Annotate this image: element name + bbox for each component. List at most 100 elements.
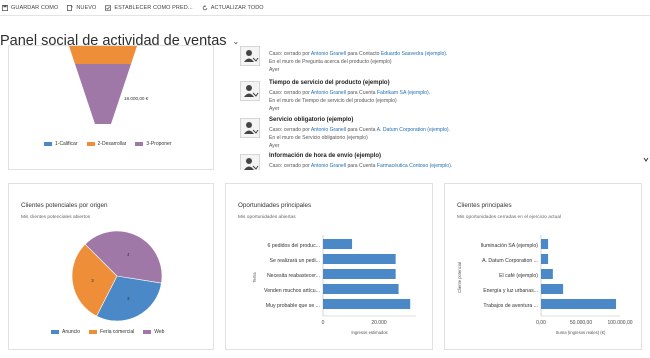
category-label: Iluminación SA (ejemplo) xyxy=(481,243,539,249)
legend-label: 3-Proponer xyxy=(146,141,172,147)
card-subtitle: Mis oportunidades cerradas en el ejercic… xyxy=(457,215,561,220)
post-text: para Cuenta xyxy=(346,127,377,133)
record-link[interactable]: Fabrikam SA (ejemplo) xyxy=(377,90,429,96)
pie-legend: Anuncio Feria comercial Web xyxy=(51,329,164,335)
post-text: para Cuenta xyxy=(346,90,377,96)
category-label: Necesita reabastecer... xyxy=(267,273,320,279)
bar[interactable] xyxy=(323,239,353,249)
bar[interactable] xyxy=(323,254,396,264)
legend-item-ad: Anuncio xyxy=(51,329,80,335)
legend-label: Anuncio xyxy=(62,329,81,335)
post-title[interactable]: Información de hora de envío (ejemplo) xyxy=(269,153,381,159)
bar[interactable] xyxy=(541,284,564,294)
legend-label: 2-Desarrollar xyxy=(97,141,127,147)
user-avatar-icon[interactable] xyxy=(240,81,260,101)
category-label: Trabajos de aventura ... xyxy=(483,303,538,309)
category-label: Venden muchos artícu... xyxy=(264,288,320,294)
post-summary: Caso: cerrado por Antonio Granell para C… xyxy=(269,163,452,169)
funnel-chart: 18.000,00 € xyxy=(69,46,149,124)
bar[interactable] xyxy=(323,284,399,294)
post-title[interactable]: Servicio obligatorio (ejemplo) xyxy=(269,117,353,123)
leads-pie-chart: 334 xyxy=(71,230,163,322)
post-text: Caso: cerrado por xyxy=(269,51,311,57)
post-time: Ayer xyxy=(269,143,280,149)
category-label: A. Datum Corporation ... xyxy=(482,258,538,264)
tick-label: 100.000,00 xyxy=(607,320,632,326)
refresh-icon xyxy=(202,4,207,10)
new-button[interactable]: NUEVO xyxy=(67,4,97,11)
x-axis-label: Ingresos estimados xyxy=(351,330,387,335)
funnel-stage-develop xyxy=(69,46,137,64)
refresh-all-button[interactable]: ACTUALIZAR TODO xyxy=(202,4,264,11)
post-summary: Caso: cerrado por Antonio Granell para C… xyxy=(269,51,447,57)
opportunities-bar-chart: 6 pedidos del produc... Se realizará un p… xyxy=(252,235,416,335)
post-title[interactable]: Tiempo de servicio del producto (ejemplo… xyxy=(269,80,390,86)
user-avatar-icon[interactable] xyxy=(240,46,260,66)
y-axis-label: Cliente potencial xyxy=(457,262,462,293)
legend-item-web: Web xyxy=(143,329,164,335)
tick-label: 20.000 xyxy=(371,320,387,326)
post-wall: En el muro de Tiempo de servicio del pro… xyxy=(269,98,397,104)
set-default-button[interactable]: ESTABLECER COMO PRED... xyxy=(105,4,193,11)
bar[interactable] xyxy=(541,299,617,309)
post-summary: Caso: cerrado por Antonio Granell para C… xyxy=(269,90,430,96)
post-time: Ayer xyxy=(269,106,280,112)
chevron-down-icon[interactable]: ⌄ xyxy=(233,37,240,46)
scroll-down-arrow-icon[interactable] xyxy=(643,157,649,162)
funnel-value-label: 18.000,00 € xyxy=(124,96,149,101)
tick-label: 0,00 xyxy=(536,320,546,326)
post-wall: En el muro de Servicio obligatorio (ejem… xyxy=(269,135,368,141)
y-axis-label: Tema xyxy=(252,272,257,283)
new-icon xyxy=(67,4,74,11)
post-text: para Cuenta xyxy=(346,163,377,169)
bar[interactable] xyxy=(323,299,411,309)
x-axis-label: Suma (Ingresos reales) (€) xyxy=(556,330,606,335)
bar[interactable] xyxy=(541,239,549,249)
post-text: . xyxy=(445,51,448,57)
feed-scrollbar[interactable] xyxy=(642,45,650,170)
bar[interactable] xyxy=(323,269,396,279)
refresh-all-label: ACTUALIZAR TODO xyxy=(210,4,264,11)
set-default-label: ESTABLECER COMO PRED... xyxy=(114,4,193,11)
feed-post: Caso: cerrado por Antonio Granell para C… xyxy=(240,45,640,75)
legend-item-qualify: 1-Calificar xyxy=(44,141,78,147)
bar[interactable] xyxy=(541,254,549,264)
save-as-label: GUARDAR COMO xyxy=(11,4,59,11)
legend-item-propose: 3-Proponer xyxy=(135,141,171,147)
post-time: Ayer xyxy=(269,67,280,73)
feed-post: Servicio obligatorio (ejemplo) Caso: cerr… xyxy=(240,117,640,149)
user-link[interactable]: Antonio Granell xyxy=(311,51,346,57)
activity-feed: Caso: cerrado por Antonio Granell para C… xyxy=(240,45,650,170)
feed-post: Tiempo de servicio del producto (ejemplo… xyxy=(240,80,640,112)
user-avatar-icon[interactable] xyxy=(240,154,260,170)
sales-funnel-card: 18.000,00 € 1-Calificar 2-Desarrollar 3-… xyxy=(8,45,214,170)
save-icon xyxy=(2,4,8,11)
clients-bar-chart: Iluminación SA (ejemplo) A. Datum Corpora… xyxy=(457,235,633,335)
card-subtitle: Mis clientes potenciales abiertos xyxy=(21,215,91,220)
command-bar: GUARDAR COMO NUEVO ESTABLECER COMO PRED.… xyxy=(0,0,650,16)
category-label: Muy probable que se ... xyxy=(266,303,320,309)
legend-label: Feria comercial xyxy=(100,329,135,335)
tick-label: 50.000,00 xyxy=(570,320,592,326)
user-link[interactable]: Antonio Granell xyxy=(311,127,346,133)
card-title: Clientes principales xyxy=(457,202,512,209)
record-link[interactable]: A. Datum Corporation (ejemplo) xyxy=(377,127,449,133)
user-avatar-icon[interactable] xyxy=(240,118,260,138)
user-link[interactable]: Antonio Granell xyxy=(311,163,346,169)
post-text: para Contacto xyxy=(346,51,381,57)
user-link[interactable]: Antonio Granell xyxy=(311,90,346,96)
legend-item-trade-show: Feria comercial xyxy=(89,329,134,335)
feed-post: Información de hora de envío (ejemplo) Ca… xyxy=(240,153,640,170)
top-opportunities-card: Oportunidades principales Mis oportunida… xyxy=(225,183,433,350)
bar[interactable] xyxy=(541,269,553,279)
post-summary: Caso: cerrado por Antonio Granell para C… xyxy=(269,127,450,133)
funnel-legend: 1-Calificar 2-Desarrollar 3-Proponer xyxy=(44,141,171,147)
new-label: NUEVO xyxy=(76,4,97,11)
record-link[interactable]: Eduardo Saavedra (ejemplo) xyxy=(381,51,446,57)
save-as-button[interactable]: GUARDAR COMO xyxy=(2,4,59,11)
post-text: Caso: cerrado por xyxy=(269,90,311,96)
record-link[interactable]: Farmacéutica Contoso (ejemplo) xyxy=(377,163,451,169)
card-title: Clientes potenciales por origen xyxy=(21,202,108,209)
set-default-icon xyxy=(105,4,112,11)
card-title: Oportunidades principales xyxy=(238,202,312,209)
